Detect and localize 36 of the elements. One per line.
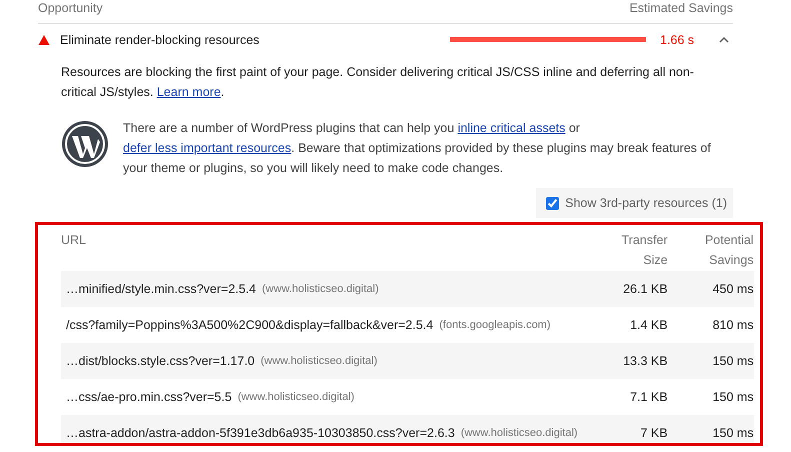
logo-icon (61, 120, 109, 168)
savings-cell: 150 ms (712, 390, 754, 404)
size-cell: 13.3 KB (623, 354, 668, 368)
column-header: URL (61, 232, 88, 249)
description-text: Resources are blocking the first paint of your page. Consider delivering critical JS/CSS inline and deferring all non-critical JS/styles. Learn more. (61, 64, 695, 101)
link[interactable]: defer less important resources (123, 141, 292, 155)
link[interactable]: inline critical assets (458, 121, 566, 135)
savings-cell: 450 ms (712, 282, 754, 296)
audit-title: Eliminate render-blocking resources (60, 32, 260, 46)
resource-host: (fonts.googleapis.com) (439, 319, 551, 331)
resource-url: /css?family=Poppins%3A500%2C900&display=fallback&ver=2.5.4 (66, 318, 434, 332)
size-cell: 7.1 KB (630, 390, 668, 404)
column-header: Potential Savings (704, 232, 754, 269)
resource-url: …dist/blocks.style.css?ver=1.17.0 (66, 354, 255, 368)
column-header: Transfer Size (620, 232, 668, 269)
resource-host: (www.holisticseo.digital) (238, 391, 354, 403)
plugin-note: There are a number of WordPress plugins that can help you inline critical assets or defer less important resources. Beware that optimizations provided by these plugins may break features of your theme or plugins, so you will likely need to make code changes. (123, 120, 712, 177)
resource-host: (www.holisticseo.digital) (260, 355, 378, 367)
checkbox-label[interactable]: Show 3rd-party resources (1) (565, 196, 727, 210)
link[interactable]: Learn more (156, 85, 221, 99)
savings-cell: 810 ms (712, 318, 754, 332)
column-header: Estimated Savings (629, 1, 733, 15)
resource-url: …minified/style.min.css?ver=2.5.4 (66, 282, 256, 296)
savings-cell: 150 ms (712, 426, 754, 440)
resource-host: (www.holisticseo.digital) (460, 427, 578, 439)
savings-value: 1.66 s (660, 32, 696, 46)
size-cell: 26.1 KB (623, 282, 668, 296)
savings-cell: 150 ms (712, 354, 754, 368)
resource-host: (www.holisticseo.digital) (262, 283, 379, 295)
resource-url: …css/ae-pro.min.css?ver=5.5 (66, 390, 232, 404)
resource-url: …astra-addon/astra-addon-5f391e3db6a935-10303850.css?ver=2.6.3 (66, 426, 455, 440)
size-cell: 1.4 KB (630, 318, 668, 332)
column-header: Opportunity (38, 1, 103, 15)
size-cell: 7 KB (640, 426, 668, 440)
warning-triangle-icon (38, 34, 50, 46)
checkbox[interactable] (546, 196, 560, 210)
